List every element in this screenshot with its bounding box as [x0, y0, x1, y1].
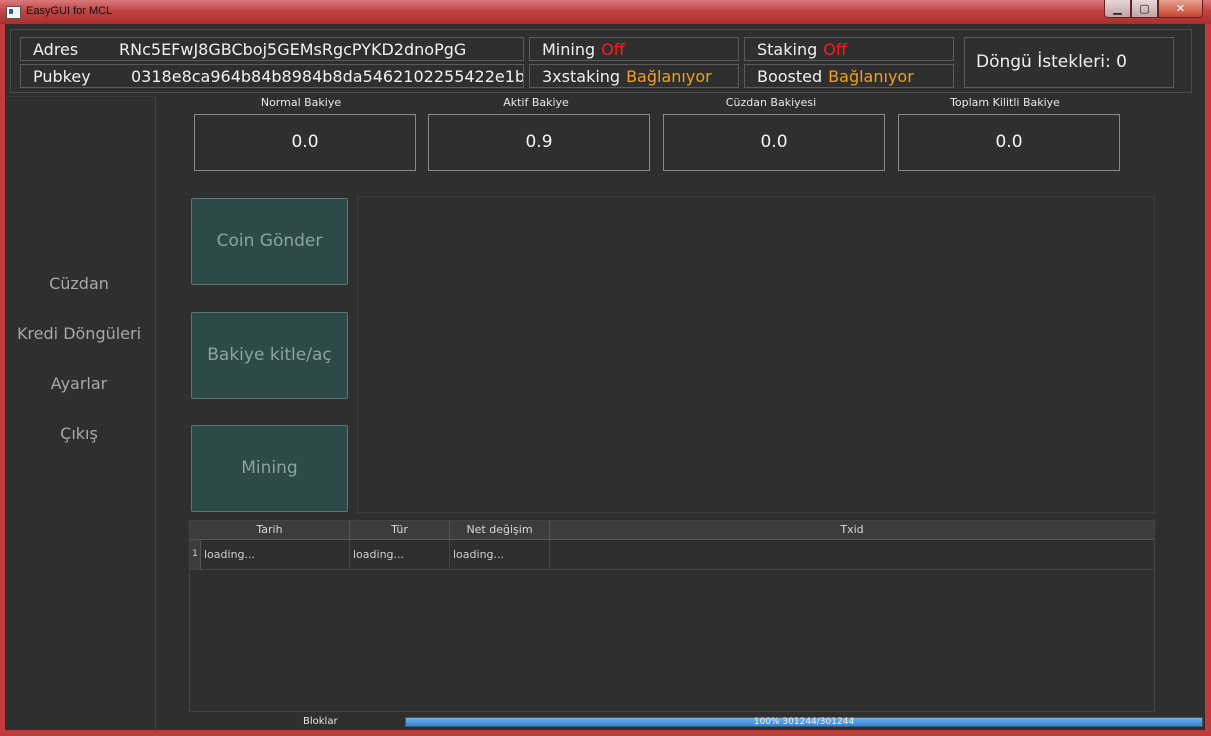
column-header-type[interactable]: Tür: [350, 521, 450, 539]
cell-type: loading...: [350, 540, 450, 569]
pubkey-value: 0318e8ca964b84b8984b8da5462102255422e1b6…: [131, 67, 524, 86]
loop-requests-count: Döngü İstekleri: 0: [964, 37, 1174, 88]
total-locked-balance-label: Toplam Kilitli Bakiye: [950, 96, 1060, 109]
3xstaking-status-label: 3xstaking: [542, 67, 621, 86]
blocks-label: Bloklar: [303, 716, 338, 727]
wallet-balance-label: Cüzdan Bakiyesi: [725, 96, 817, 109]
staking-status-label: Staking: [757, 40, 818, 59]
boosted-status-label: Boosted: [757, 67, 823, 86]
sync-progress-text: 100% 301244/301244: [753, 717, 855, 727]
row-number: 1: [190, 540, 201, 569]
pubkey-label: Pubkey: [33, 67, 91, 86]
mining-status-value: Off: [601, 40, 625, 59]
sidebar: Cüzdan Kredi Döngüleri Ayarlar Çıkış: [5, 96, 156, 731]
transactions-table: Tarih Tür Net değişim Txid 1 loading... …: [189, 520, 1155, 712]
address-box: Adres RNc5EFwJ8GBCboj5GEMsRgcPYKD2dnoPgG: [20, 37, 524, 61]
staking-status-value: Off: [823, 40, 847, 59]
main-window: Adres RNc5EFwJ8GBCboj5GEMsRgcPYKD2dnoPgG …: [5, 24, 1205, 731]
cell-txid: [550, 540, 1154, 569]
3xstaking-status-value: Bağlanıyor: [626, 67, 712, 86]
lock-balance-button[interactable]: Bakiye kitle/aç: [191, 312, 348, 399]
content-panel: [357, 196, 1155, 513]
sidebar-item-credit-loops[interactable]: Kredi Döngüleri: [5, 324, 153, 343]
3xstaking-status-box: 3xstaking Bağlanıyor: [529, 64, 739, 88]
total-locked-balance-value: 0.0: [898, 114, 1120, 171]
boosted-status-box: Boosted Bağlanıyor: [744, 64, 954, 88]
column-header-net-change[interactable]: Net değişim: [450, 521, 550, 539]
cell-net-change: loading...: [450, 540, 550, 569]
staking-status-box: Staking Off: [744, 37, 954, 61]
table-header: Tarih Tür Net değişim Txid: [190, 521, 1154, 540]
address-label: Adres: [33, 40, 79, 59]
cell-date: loading...: [201, 540, 350, 569]
boosted-status-value: Bağlanıyor: [828, 67, 914, 86]
normal-balance-label: Normal Bakiye: [260, 96, 342, 109]
address-value: RNc5EFwJ8GBCboj5GEMsRgcPYKD2dnoPgG: [119, 40, 467, 59]
title-bar: EasyGUI for MCL ▁ ▢ ✕: [0, 0, 1211, 24]
close-button[interactable]: ✕: [1158, 0, 1203, 18]
active-balance-label: Aktif Bakiye: [503, 96, 569, 109]
sidebar-item-exit[interactable]: Çıkış: [5, 424, 153, 443]
normal-balance-value: 0.0: [194, 114, 416, 171]
sidebar-item-settings[interactable]: Ayarlar: [5, 374, 153, 393]
mining-status-label: Mining: [542, 40, 596, 59]
column-header-date[interactable]: Tarih: [190, 521, 350, 539]
info-panel: Adres RNc5EFwJ8GBCboj5GEMsRgcPYKD2dnoPgG …: [10, 29, 1192, 93]
wallet-balance-value: 0.0: [663, 114, 885, 171]
mining-button[interactable]: Mining: [191, 425, 348, 512]
pubkey-box: Pubkey 0318e8ca964b84b8984b8da54621022554…: [20, 64, 524, 88]
sidebar-item-wallet[interactable]: Cüzdan: [5, 274, 153, 293]
mining-status-box: Mining Off: [529, 37, 739, 61]
app-icon: [6, 6, 21, 19]
sync-progress-bar: 100% 301244/301244: [405, 717, 1203, 727]
active-balance-value: 0.9: [428, 114, 650, 171]
column-header-txid[interactable]: Txid: [550, 521, 1154, 539]
minimize-button[interactable]: ▁: [1104, 0, 1131, 18]
window-controls: ▁ ▢ ✕: [1104, 0, 1203, 18]
send-coin-button[interactable]: Coin Gönder: [191, 198, 348, 285]
table-row[interactable]: 1 loading... loading... loading...: [190, 540, 1154, 570]
window-title: EasyGUI for MCL: [26, 5, 113, 17]
maximize-button[interactable]: ▢: [1131, 0, 1158, 18]
